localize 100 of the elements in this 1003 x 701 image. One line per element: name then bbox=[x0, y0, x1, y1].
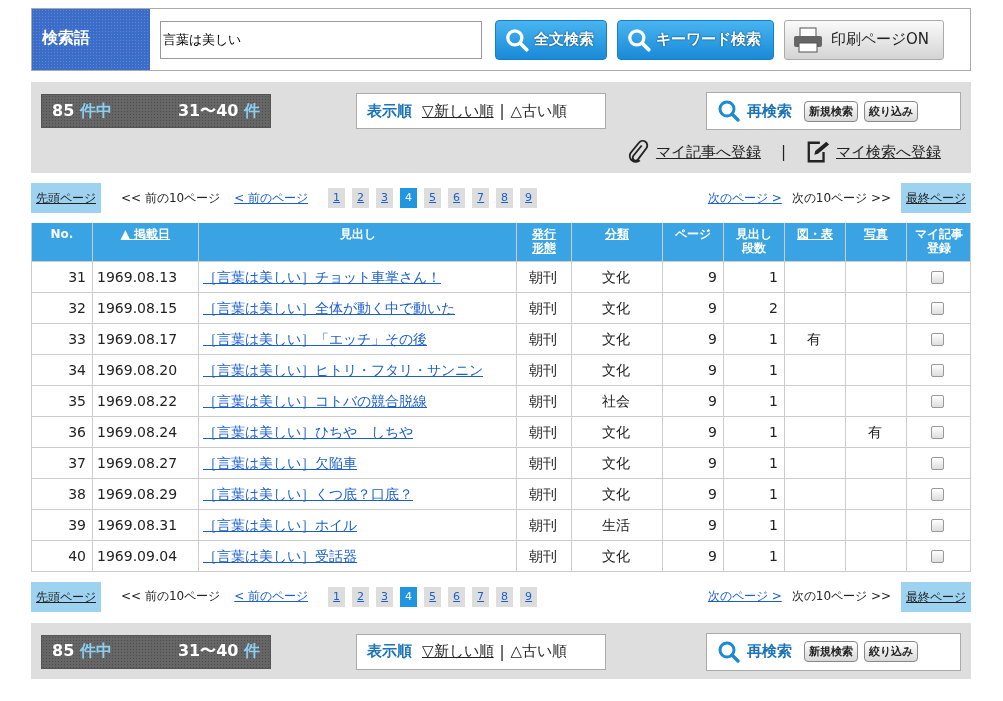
register-link[interactable]: マイ記事へ登録 bbox=[655, 142, 761, 162]
page-number[interactable]: 9 bbox=[520, 188, 538, 208]
page-number[interactable]: 1 bbox=[328, 586, 346, 607]
table-cell: 1969.08.27 bbox=[92, 447, 199, 478]
register-link[interactable]: マイ検索へ登録 bbox=[836, 142, 941, 162]
table-cell: 1969.08.22 bbox=[92, 385, 199, 416]
checkbox[interactable] bbox=[931, 333, 944, 346]
table-cell: 2 bbox=[723, 292, 785, 323]
print-button[interactable]: 印刷ページON bbox=[784, 19, 945, 60]
checkbox[interactable] bbox=[931, 395, 944, 408]
checkbox[interactable] bbox=[931, 364, 944, 377]
column-header: マイ記事登録 bbox=[913, 227, 964, 256]
table-cell: 9 bbox=[662, 416, 724, 447]
next-ten-pages-text: 次の10ページ >> bbox=[791, 588, 891, 605]
prev-page-link[interactable]: < 前のページ bbox=[234, 588, 309, 605]
first-page-button[interactable]: 先頭ページ bbox=[31, 581, 101, 612]
table-cell: 朝刊 bbox=[516, 416, 572, 447]
search-icon bbox=[717, 639, 741, 664]
checkbox[interactable] bbox=[931, 426, 944, 439]
sort-option[interactable]: ▽新しい順 bbox=[422, 642, 494, 661]
table-cell: 39 bbox=[31, 509, 93, 540]
page-number[interactable]: 2 bbox=[352, 586, 370, 607]
research-label: 再検索 bbox=[747, 642, 792, 661]
separator: | bbox=[499, 102, 505, 120]
table-cell: 朝刊 bbox=[516, 447, 572, 478]
next-page-link[interactable]: 次のページ > bbox=[707, 588, 782, 605]
table-cell: 有 bbox=[868, 423, 882, 440]
page-number[interactable]: 5 bbox=[424, 586, 442, 607]
page-number[interactable]: 9 bbox=[520, 586, 538, 607]
result-count: 85 件中 31〜40 件 bbox=[41, 634, 271, 669]
checkbox[interactable] bbox=[931, 457, 944, 470]
page-number[interactable]: 1 bbox=[328, 188, 346, 208]
next-page-link[interactable]: 次のページ > bbox=[707, 189, 782, 207]
table-cell: 朝刊 bbox=[516, 478, 572, 509]
page-number[interactable]: 7 bbox=[472, 586, 490, 607]
table-cell: 1969.08.29 bbox=[92, 478, 199, 509]
table-cell: 1 bbox=[723, 385, 785, 416]
printer-icon bbox=[793, 26, 823, 53]
table-cell: 36 bbox=[31, 416, 93, 447]
table-cell: 1 bbox=[723, 416, 785, 447]
page-number[interactable]: 5 bbox=[424, 188, 442, 208]
table-cell: 1 bbox=[723, 478, 785, 509]
table-cell: 40 bbox=[31, 540, 93, 571]
table-cell: 38 bbox=[31, 478, 93, 509]
next-ten-pages-text: 次の10ページ >> bbox=[791, 189, 891, 207]
checkbox[interactable] bbox=[931, 550, 944, 563]
search-label: 検索語 bbox=[32, 9, 150, 70]
table-cell: 1 bbox=[723, 509, 785, 540]
separator: | bbox=[499, 642, 505, 661]
table-cell: 9 bbox=[662, 354, 724, 385]
column-header: ページ bbox=[675, 227, 711, 242]
checkbox[interactable] bbox=[931, 302, 944, 315]
table-cell: 文化 bbox=[571, 323, 663, 354]
table-cell: 文化 bbox=[571, 447, 663, 478]
page-number[interactable]: 6 bbox=[448, 188, 466, 208]
sort-option[interactable]: ▽新しい順 bbox=[422, 101, 494, 121]
prev-page-link[interactable]: < 前のページ bbox=[234, 189, 309, 207]
page-number[interactable]: 7 bbox=[472, 188, 490, 208]
sort-option[interactable]: △古い順 bbox=[510, 642, 568, 661]
table-cell: 9 bbox=[662, 385, 724, 416]
last-page-button[interactable]: 最終ページ bbox=[901, 581, 971, 612]
research-button[interactable]: 絞り込み bbox=[864, 641, 918, 662]
table-cell: 1 bbox=[723, 323, 785, 354]
checkbox[interactable] bbox=[931, 519, 944, 532]
page-number[interactable]: 3 bbox=[376, 586, 394, 607]
separator: | bbox=[780, 143, 786, 161]
checkbox[interactable] bbox=[931, 488, 944, 501]
table-cell: 34 bbox=[31, 354, 93, 385]
research-button[interactable]: 新規検索 bbox=[804, 100, 858, 122]
page-number[interactable]: 6 bbox=[448, 586, 466, 607]
checkbox[interactable] bbox=[931, 271, 944, 284]
research-button[interactable]: 絞り込み bbox=[864, 100, 918, 122]
table-cell: 35 bbox=[31, 385, 93, 416]
table-cell: 朝刊 bbox=[516, 261, 572, 292]
page-number[interactable]: 4 bbox=[400, 188, 418, 208]
sort-option[interactable]: △古い順 bbox=[510, 101, 568, 121]
page-number[interactable]: 4 bbox=[400, 586, 418, 607]
table-cell: 1969.08.13 bbox=[92, 261, 199, 292]
page-number[interactable]: 3 bbox=[376, 188, 394, 208]
table-cell: 1969.08.17 bbox=[92, 323, 199, 354]
result-count: 85 件中 31〜40 件 bbox=[41, 94, 271, 128]
page-number[interactable]: 8 bbox=[496, 586, 514, 607]
table-cell: 朝刊 bbox=[516, 323, 572, 354]
search-field[interactable]: 言葉は美しい bbox=[160, 20, 482, 59]
first-page-button[interactable]: 先頭ページ bbox=[31, 183, 101, 213]
table-cell: 9 bbox=[662, 540, 724, 571]
table-cell: 文化 bbox=[571, 478, 663, 509]
column-header: No. bbox=[50, 227, 74, 242]
table-cell: 朝刊 bbox=[516, 509, 572, 540]
last-page-button[interactable]: 最終ページ bbox=[901, 183, 971, 213]
page-number[interactable]: 2 bbox=[352, 188, 370, 208]
table-cell: 33 bbox=[31, 323, 93, 354]
page-number[interactable]: 8 bbox=[496, 188, 514, 208]
table-cell: 9 bbox=[662, 323, 724, 354]
research-button[interactable]: 新規検索 bbox=[804, 641, 858, 662]
table-cell: 9 bbox=[662, 509, 724, 540]
table-cell: 文化 bbox=[571, 354, 663, 385]
table-cell: 有 bbox=[807, 330, 821, 347]
research-label: 再検索 bbox=[747, 101, 792, 121]
table-cell: 1 bbox=[723, 447, 785, 478]
